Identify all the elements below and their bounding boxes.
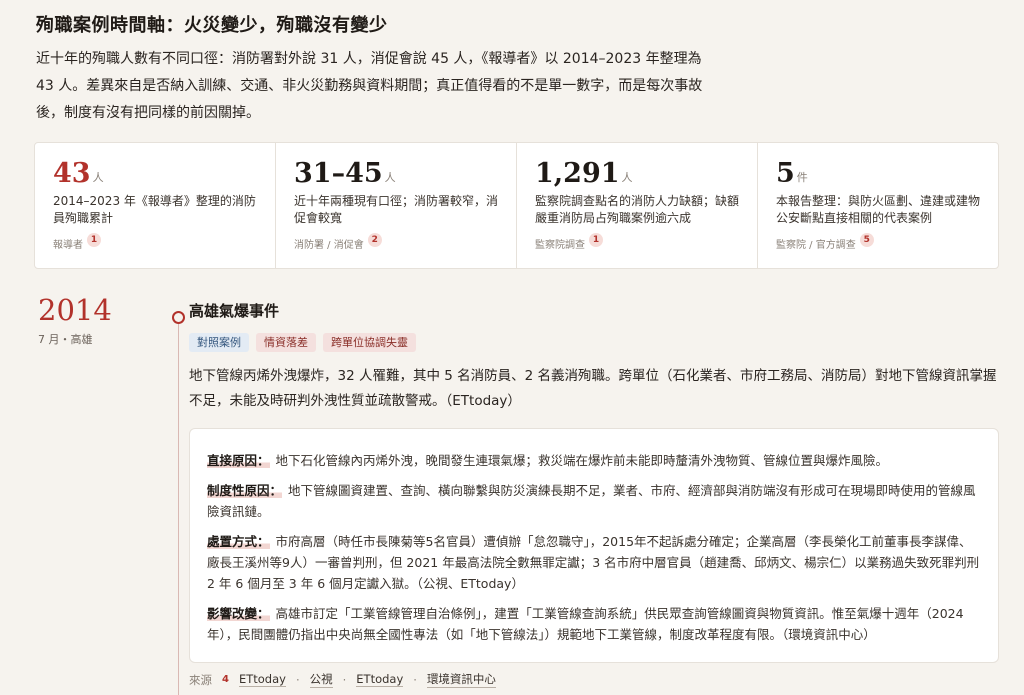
source-count-badge[interactable]: 5: [859, 232, 874, 247]
source-link-ettoday[interactable]: ETtoday: [238, 672, 286, 687]
timeline-date-location: 7 月・高雄: [38, 333, 93, 346]
stat-card: 43 人 2014–2023 年《報導者》整理的消防員殉職累計 報導者 1: [35, 143, 276, 268]
event-tags: 對照案例 情資落差 跨單位協調失靈: [189, 333, 416, 352]
detail-impact: 影響改變： 高雄市訂定「工業管線管理自治條例」，建置「工業管線查詢系統」供民眾查詢…: [207, 606, 964, 642]
stat-description: 2014–2023 年《報導者》整理的消防員殉職累計: [53, 194, 256, 225]
stat-card: 5件 本報告整理：與防火區劃、違建或建物公安斷點直接相關的代表案例 監察院 / …: [758, 143, 998, 268]
stat-source: 監察院 / 官方調查 5: [776, 232, 874, 251]
sources-count: 4: [222, 674, 229, 685]
source-count-badge[interactable]: 1: [87, 232, 101, 247]
stat-card: 1,291 人 監察院調查點名的消防人力缺額；缺額嚴重消防局占殉職案例逾六成 監察…: [517, 143, 758, 268]
detail-direct-cause: 直接原因： 地下石化管線內丙烯外洩，晚間發生連環氣爆；救災端在爆炸前未能即時釐清外…: [207, 453, 889, 468]
event-summary: 地下管線丙烯外洩爆炸，32 人罹難，其中 5 名消防員、2 名義消殉職。跨單位（…: [189, 368, 997, 409]
event-detail-card: 直接原因： 地下石化管線內丙烯外洩，晚間發生連環氣爆；救災端在爆炸前未能即時釐清外…: [189, 428, 999, 663]
source-link-e-info[interactable]: 環境資訊中心: [426, 671, 496, 688]
intro-paragraph: 近十年的殉職人數有不同口徑：消防署對外說 31 人，消促會說 45 人，《報導者…: [36, 51, 703, 121]
stat-description: 本報告整理：與防火區劃、違建或建物公安斷點直接相關的代表案例: [776, 194, 981, 225]
source-link-ettoday-2[interactable]: ETtoday: [356, 672, 404, 687]
tag-comparison-case: 對照案例: [189, 333, 249, 352]
tag-coordination-failure: 跨單位協調失靈: [323, 333, 416, 352]
timeline-year: 2014: [38, 293, 112, 327]
page-title: 殉職案例時間軸：火災變少，殉職沒有變少: [36, 15, 388, 36]
stat-number: 1,291 人: [535, 158, 633, 189]
timeline-line: [178, 318, 179, 695]
stat-number: 43 人: [53, 158, 104, 189]
timeline-dot-icon: [172, 311, 185, 324]
stats-panel: 43 人 2014–2023 年《報導者》整理的消防員殉職累計 報導者 1 31–4…: [34, 142, 999, 269]
source-count-badge[interactable]: 2: [367, 232, 382, 247]
stat-source: 消防署 / 消促會 2: [294, 232, 382, 251]
source-count-badge[interactable]: 1: [589, 232, 603, 247]
event-title: 高雄氣爆事件: [189, 302, 280, 320]
tag-info-gap: 情資落差: [256, 333, 316, 352]
stat-description: 近十年兩種現有口徑；消防署較窄，消促會較寬: [294, 194, 499, 225]
stat-source: 監察院調查 1: [535, 232, 603, 251]
stat-number: 5件: [776, 158, 808, 189]
event-sources: 來源 4 ETtoday · 公視 · ETtoday · 環境資訊中心: [189, 671, 496, 688]
stat-card: 31–45 人 近十年兩種現有口徑；消防署較窄，消促會較寬 消防署 / 消促會 2: [276, 143, 517, 268]
stat-description: 監察院調查點名的消防人力缺額；缺額嚴重消防局占殉職案例逾六成: [535, 194, 740, 225]
sources-label: 來源: [189, 672, 212, 687]
detail-institutional-cause: 制度性原因： 地下管線圖資建置、查詢、橫向聯繫與防災演練長期不足，業者、市府、經濟…: [207, 483, 976, 519]
stat-source: 報導者 1: [53, 232, 101, 251]
source-link-pts[interactable]: 公視: [309, 671, 333, 688]
stat-number: 31–45 人: [294, 158, 396, 189]
detail-handling: 處置方式： 市府高層（時任市長陳菊等5名官員）遭偵辦「怠忽職守」，2015年不起訴…: [207, 534, 980, 591]
